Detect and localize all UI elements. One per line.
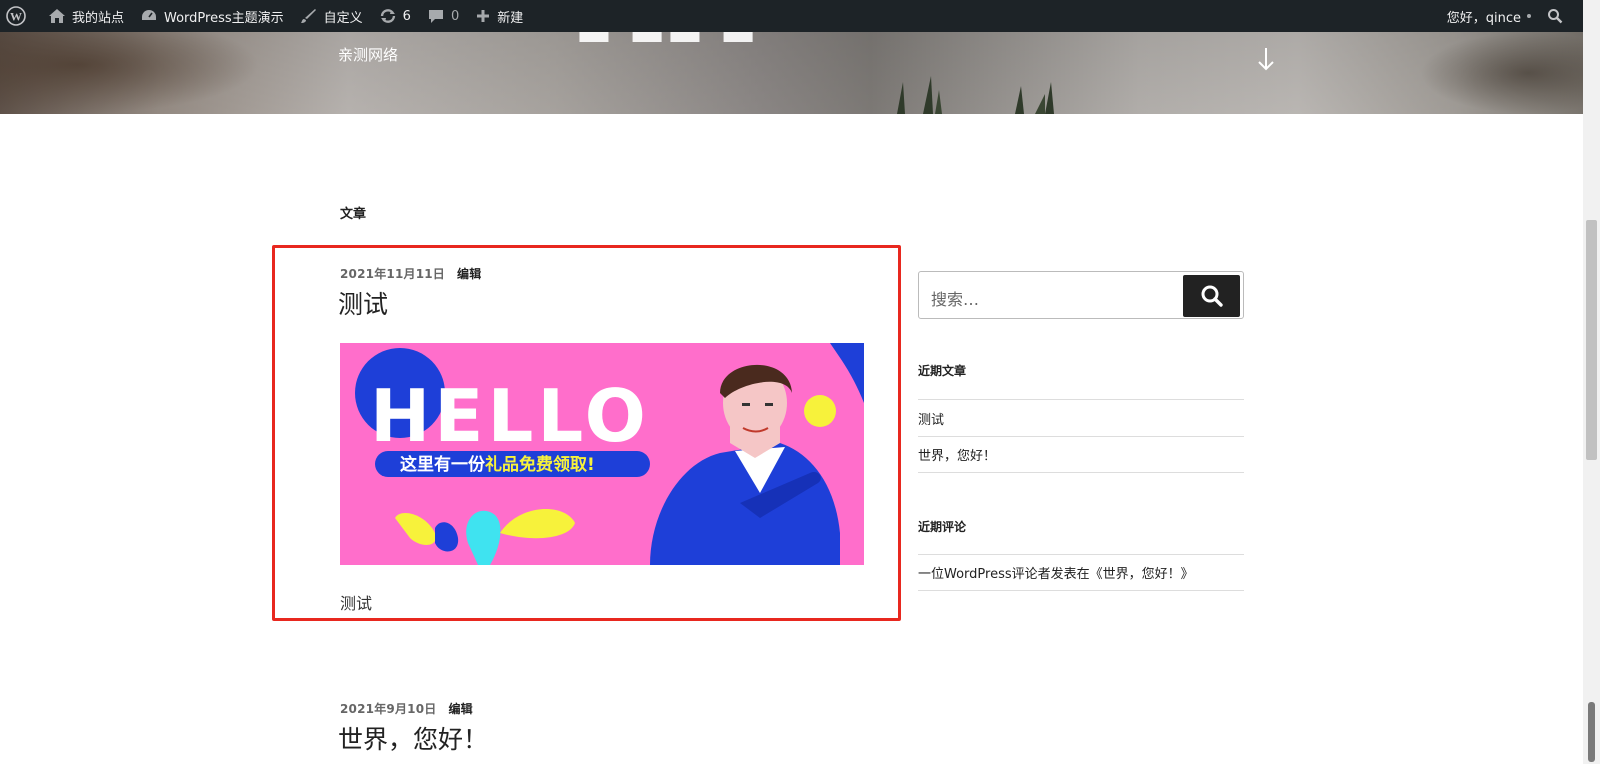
customize-menu[interactable]: 自定义 <box>292 0 371 32</box>
updates-icon <box>380 9 395 23</box>
header-image-overlay <box>0 32 1583 114</box>
new-label: 新建 <box>497 10 524 26</box>
site-header: ▬ ▬▬ ▬ 亲测网络 <box>0 32 1583 114</box>
site-title-partial: ▬ ▬▬ ▬ <box>576 32 759 54</box>
admin-search-icon[interactable] <box>1539 0 1583 32</box>
admin-bar: W 我的站点 WordPress主题演示 自定义 6 0 新建 您好，qince <box>0 0 1583 32</box>
theme-demo-menu[interactable]: WordPress主题演示 <box>132 0 292 32</box>
comments-menu[interactable]: 0 <box>419 0 467 32</box>
comments-count: 0 <box>450 8 460 24</box>
site-description: 亲测网络 <box>338 46 399 64</box>
edit-link[interactable]: 编辑 <box>448 702 472 716</box>
svg-text:W: W <box>10 10 22 24</box>
search-form: 搜索… <box>918 271 1244 319</box>
my-account-menu[interactable]: 您好，qince <box>1439 0 1539 32</box>
scrollbar-thumb[interactable] <box>1586 220 1597 460</box>
page-scrollbar[interactable] <box>1583 0 1600 764</box>
post-date[interactable]: 2021年9月10日 <box>340 702 436 716</box>
wordpress-logo-icon[interactable]: W <box>0 0 40 32</box>
search-icon <box>1201 285 1223 307</box>
my-site-menu[interactable]: 我的站点 <box>40 0 132 32</box>
theme-demo-label: WordPress主题演示 <box>164 10 284 26</box>
home-icon <box>49 9 65 23</box>
section-title: 文章 <box>340 207 367 222</box>
post-title[interactable]: 世界，您好！ <box>338 720 488 756</box>
greeting-label: 您好，qince <box>1446 10 1521 26</box>
recent-posts-title: 近期文章 <box>918 364 967 378</box>
search-button[interactable] <box>1183 275 1240 317</box>
search-input[interactable]: 搜索… <box>931 286 979 310</box>
post-meta: 2021年9月10日 编辑 <box>340 700 473 717</box>
recent-comments-list: 一位WordPress评论者发表在《世界，您好！》 <box>918 554 1244 591</box>
recent-posts-list: 测试 世界，您好！ <box>918 399 1244 473</box>
recent-post-link[interactable]: 测试 <box>918 399 1244 436</box>
comment-icon <box>428 10 443 23</box>
new-content-menu[interactable]: 新建 <box>467 0 531 32</box>
my-site-label: 我的站点 <box>72 10 125 26</box>
scroll-indicator <box>1588 702 1595 762</box>
arrow-down-icon[interactable] <box>1255 44 1277 74</box>
highlight-box <box>272 245 901 621</box>
plus-icon <box>477 10 490 22</box>
updates-menu[interactable]: 6 <box>371 0 419 32</box>
avatar <box>1527 14 1531 18</box>
recent-comments-title: 近期评论 <box>918 520 967 534</box>
recent-comment-link[interactable]: 一位WordPress评论者发表在《世界，您好！》 <box>918 554 1244 591</box>
dashboard-icon <box>142 10 157 20</box>
header-plant-image <box>897 76 1054 114</box>
customize-label: 自定义 <box>323 10 363 26</box>
updates-count: 6 <box>402 8 411 24</box>
recent-post-link[interactable]: 世界，您好！ <box>918 436 1244 473</box>
brush-icon <box>300 9 316 23</box>
